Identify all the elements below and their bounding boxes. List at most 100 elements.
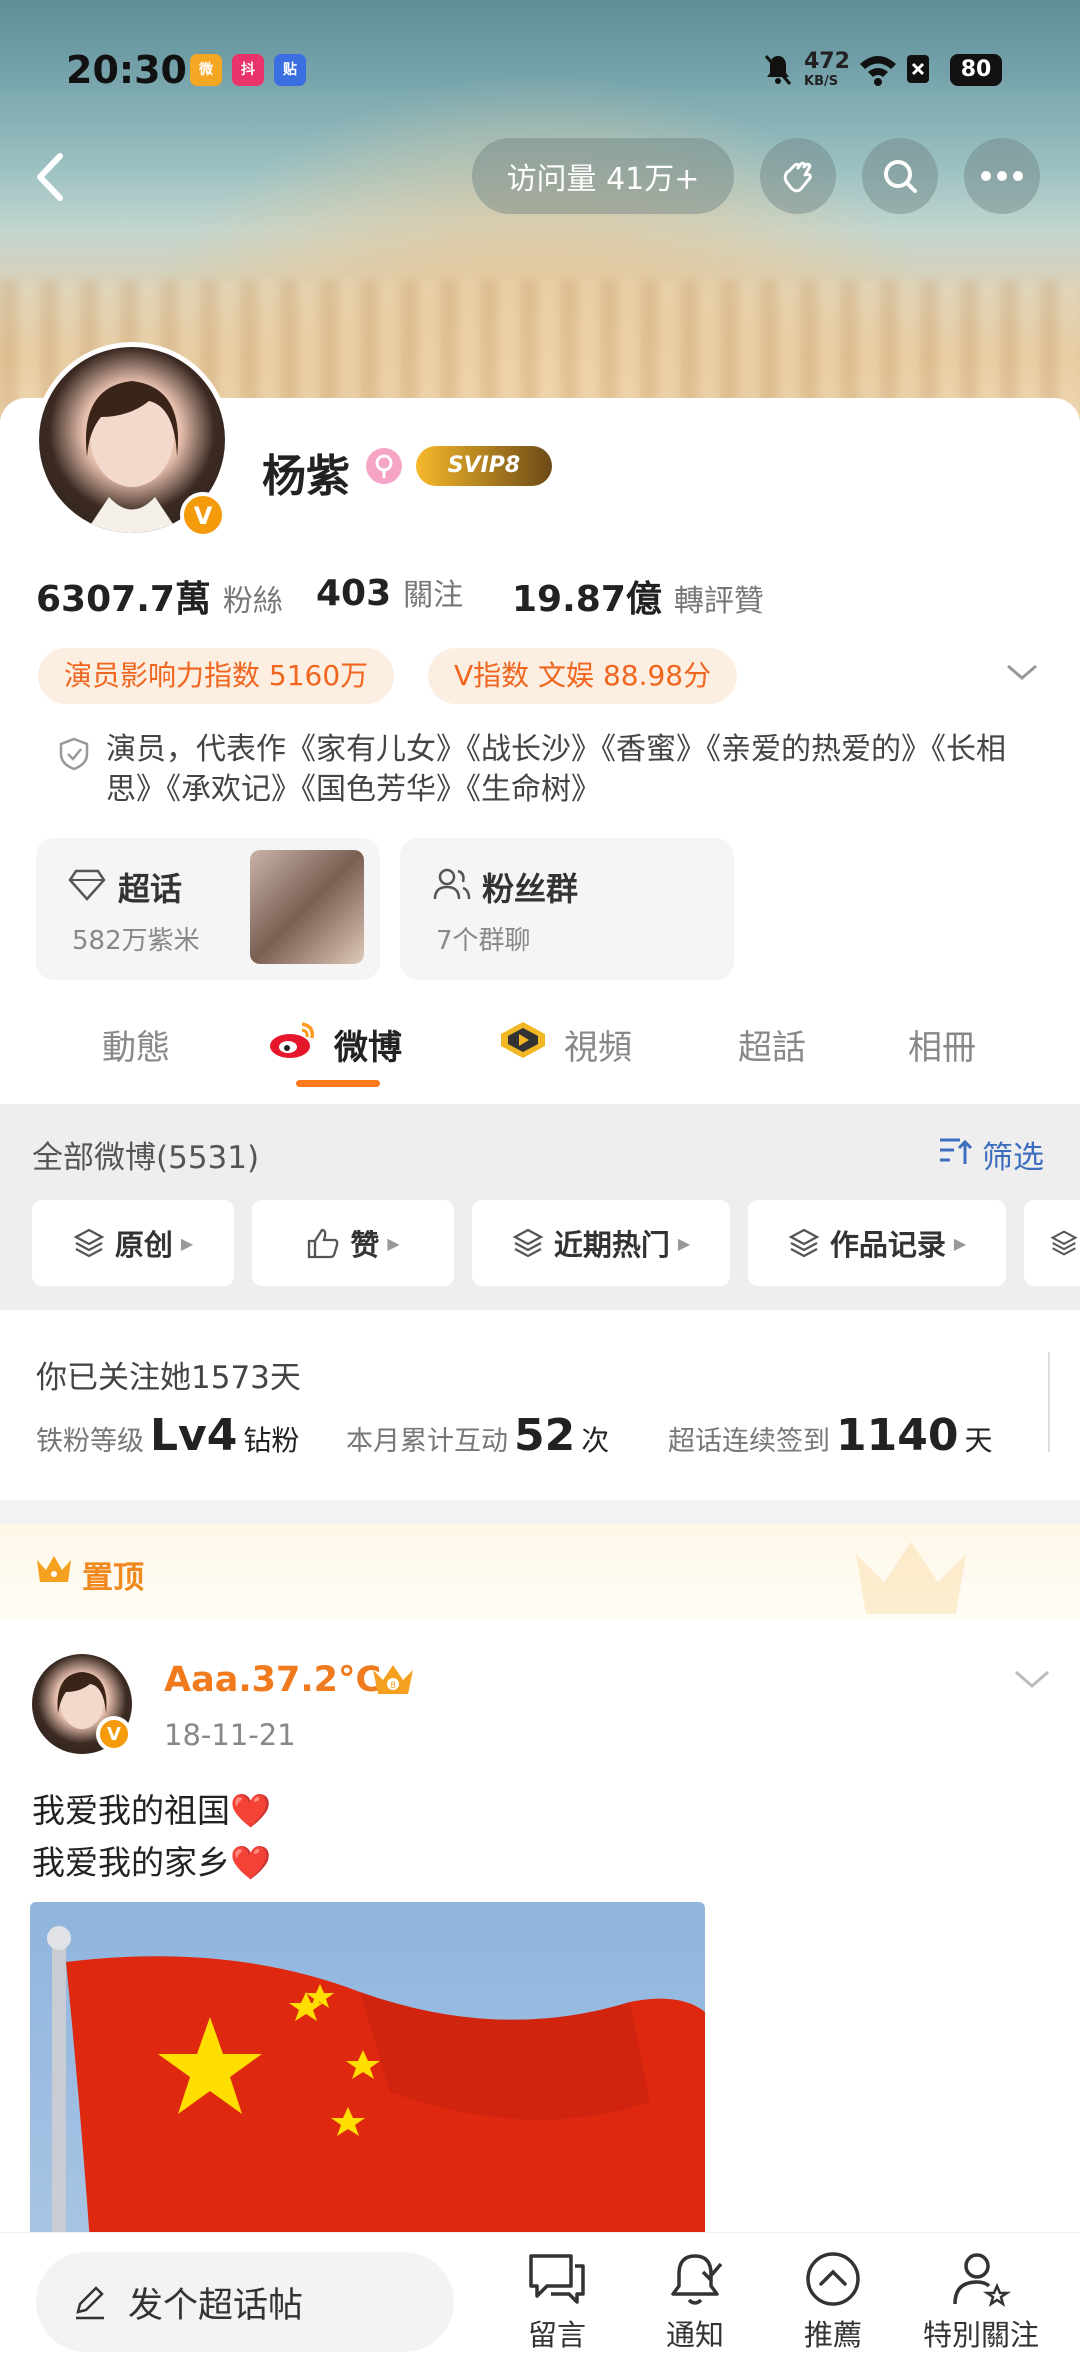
- special-follow-button[interactable]: 特別關注: [906, 2250, 1056, 2354]
- layers-icon: [512, 1228, 544, 1258]
- recommend-label: 推薦: [803, 2318, 862, 2352]
- search-button[interactable]: [862, 138, 938, 214]
- special-follow-label: 特別關注: [922, 2318, 1039, 2352]
- influence-index-pill[interactable]: 演员影响力指数 5160万: [38, 648, 395, 704]
- gender-female-icon: [366, 448, 402, 484]
- post-text-line1: 我爱我的祖国❤️: [32, 1791, 272, 1830]
- compose-label: 发个超话帖: [128, 2285, 304, 2326]
- svg-text:8: 8: [390, 1681, 396, 1691]
- interactions-label: 轉評贊: [673, 584, 764, 619]
- interactions-label: 本月累计互动: [346, 1426, 508, 1457]
- layers-icon: [73, 1228, 105, 1258]
- tab-super-topic[interactable]: 超話: [738, 1020, 806, 1069]
- douyin-icon: 抖: [232, 54, 264, 86]
- layers-icon: [1050, 1230, 1078, 1256]
- crown-icon: [34, 1552, 74, 1590]
- post-author-name[interactable]: Aaa.37.2°C: [164, 1660, 381, 1700]
- interactions-value: 52: [514, 1410, 576, 1461]
- active-tab-indicator: [296, 1080, 380, 1087]
- chip-more[interactable]: [1024, 1200, 1080, 1286]
- followers-label: 粉絲: [222, 584, 283, 619]
- battery-indicator: 80: [950, 54, 1002, 86]
- chip-arrow-icon: ▶: [953, 1233, 967, 1253]
- chip-works[interactable]: 作品记录 ▶: [748, 1200, 1006, 1286]
- post-image-flag[interactable]: [30, 1902, 705, 2242]
- verified-badge-icon: V: [180, 492, 226, 538]
- weibo-icon: 微: [190, 54, 222, 86]
- bell-check-icon: [671, 2254, 723, 2305]
- chaohua-thumbnail: [250, 850, 364, 964]
- group-users-icon: [432, 866, 472, 906]
- filter-icon[interactable]: [938, 1136, 974, 1172]
- following-label: 關注: [403, 578, 464, 613]
- fan-group-title: 粉丝群: [482, 870, 579, 908]
- fan-level-value: Lv4: [150, 1410, 238, 1461]
- wifi-icon: [858, 52, 898, 88]
- interactions-stat[interactable]: 19.87億 轉評贊: [512, 570, 764, 622]
- post-menu-chevron-icon[interactable]: [1012, 1666, 1052, 1696]
- thumbs-up-icon: [308, 1228, 339, 1259]
- fan-status-card[interactable]: [0, 1310, 1080, 1500]
- checkin-label: 超话连续签到: [668, 1426, 830, 1457]
- chat-icon: [529, 2254, 585, 2304]
- svip-badge[interactable]: SVIP8: [416, 446, 552, 486]
- diamond-icon: [68, 868, 106, 906]
- status-time: 20:30: [66, 48, 187, 92]
- profile-name: 杨紫: [262, 451, 350, 502]
- visit-count-pill[interactable]: 访问量 41万+: [472, 138, 734, 214]
- checkin-value: 1140: [836, 1410, 959, 1461]
- notifications-button[interactable]: 通知: [630, 2250, 760, 2354]
- chip-hot[interactable]: 近期热门 ▶: [472, 1200, 730, 1286]
- shield-icon: [56, 736, 92, 776]
- followers-count: 6307.7萬: [36, 579, 211, 620]
- following-count: 403: [316, 573, 392, 614]
- chaohua-sub: 582万紫米: [72, 926, 200, 956]
- checkin-unit: 天: [964, 1424, 993, 1457]
- fan-level-label: 铁粉等级: [36, 1426, 144, 1457]
- video-icon: [498, 1020, 548, 1064]
- tieba-icon: 贴: [274, 54, 306, 86]
- feed-count-title: 全部微博(5531): [32, 1140, 260, 1176]
- v-index-pill[interactable]: V指数 文娱 88.98分: [428, 648, 738, 704]
- pencil-icon: [76, 2286, 104, 2320]
- checkin-streak: 超话连续签到 1140 天: [668, 1410, 992, 1461]
- user-star-icon: [953, 2253, 1012, 2307]
- monthly-interactions: 本月累计互动 52 次: [346, 1410, 609, 1461]
- more-icon: [981, 171, 1023, 181]
- follow-days: 你已关注她1573天: [36, 1360, 301, 1396]
- more-button[interactable]: [964, 138, 1040, 214]
- net-speed-unit: KB/S: [804, 74, 839, 89]
- compose-post-button[interactable]: 发个超话帖: [36, 2252, 454, 2352]
- profile-bio: 演员，代表作《家有儿女》《战长沙》《香蜜》《亲爱的热爱的》《长相思》《承欢记》《…: [106, 732, 1006, 807]
- tab-albums[interactable]: 相冊: [908, 1020, 976, 1069]
- chip-liked[interactable]: 赞 ▶: [252, 1200, 454, 1286]
- tab-dynamics[interactable]: 動態: [102, 1020, 170, 1069]
- interactions-unit: 次: [581, 1424, 610, 1457]
- tab-videos[interactable]: 視頻: [564, 1020, 632, 1069]
- pinned-label: 置顶: [82, 1560, 144, 1596]
- chip-original[interactable]: 原创 ▶: [32, 1200, 234, 1286]
- net-speed: 472 KB/S: [804, 49, 850, 92]
- filter-button[interactable]: 筛选: [982, 1132, 1044, 1177]
- wave-hand-icon: [783, 161, 812, 193]
- search-icon: [884, 160, 917, 193]
- section-divider: [0, 1500, 1080, 1524]
- notifications-label: 通知: [665, 2318, 724, 2352]
- tab-weibo[interactable]: 微博: [334, 1020, 402, 1069]
- chip-arrow-icon: ▶: [387, 1233, 400, 1253]
- chip-works-label: 作品记录: [829, 1228, 946, 1262]
- interactions-count: 19.87億: [512, 579, 662, 620]
- sim-icon: [906, 54, 930, 90]
- wave-button[interactable]: [760, 138, 836, 214]
- recommend-button[interactable]: 推薦: [768, 2250, 898, 2354]
- fan-group-sub: 7个群聊: [436, 926, 531, 956]
- back-button[interactable]: [30, 150, 70, 204]
- layers-icon: [788, 1228, 820, 1258]
- net-speed-value: 472: [804, 49, 850, 74]
- expand-chevron-icon[interactable]: [1004, 660, 1040, 688]
- following-stat[interactable]: 403 關注: [316, 570, 463, 614]
- comments-button[interactable]: 留言: [492, 2250, 622, 2354]
- fan-level-unit: 钻粉: [243, 1424, 300, 1457]
- post-verified-icon: V: [96, 1716, 132, 1752]
- followers-stat[interactable]: 6307.7萬 粉絲: [36, 570, 283, 622]
